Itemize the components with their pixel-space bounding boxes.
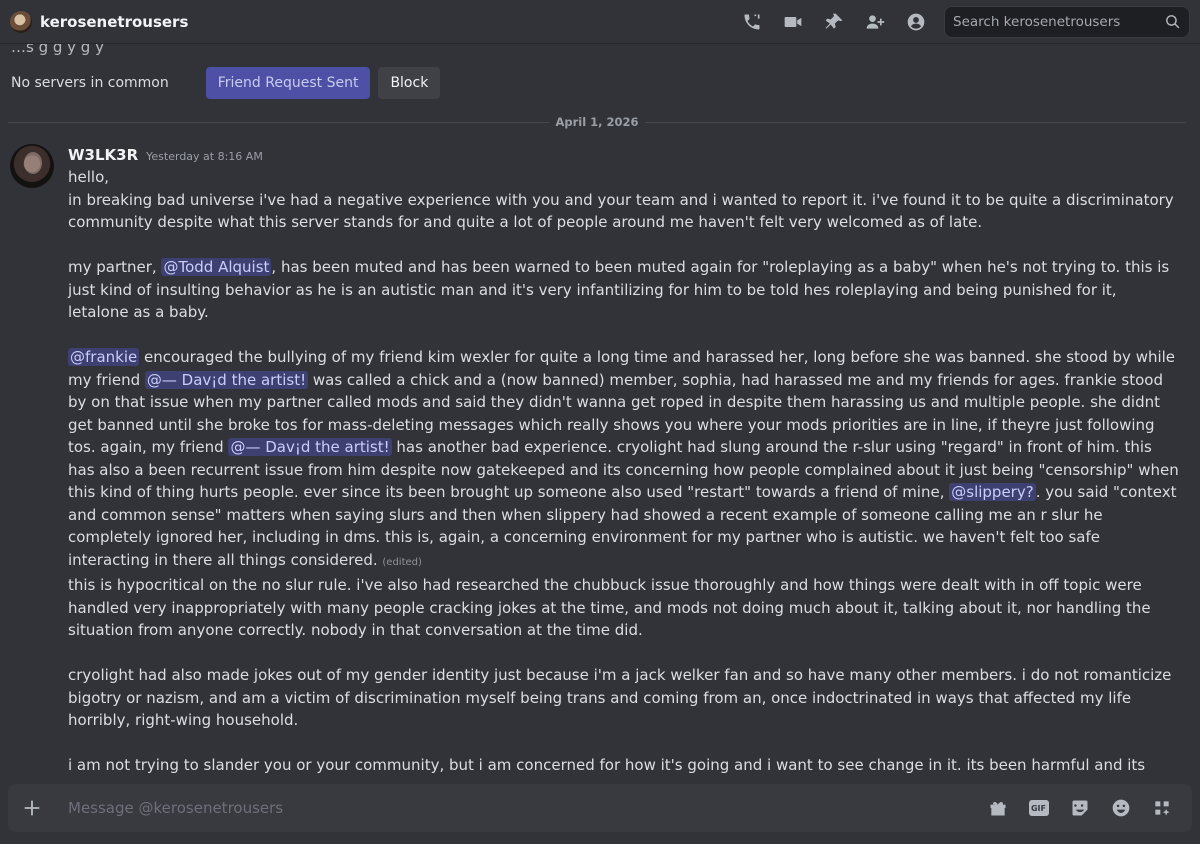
phone-icon[interactable] (731, 7, 772, 37)
gift-icon[interactable] (977, 793, 1018, 823)
user-mention[interactable]: @slippery? (949, 483, 1036, 501)
author-name[interactable]: W3LK3R (68, 146, 138, 164)
profile-actions: No servers in common Friend Request Sent… (11, 67, 441, 99)
user-mention[interactable]: @— Dav¡d the artist! (144, 370, 309, 389)
apps-icon[interactable] (1141, 793, 1182, 823)
sticker-icon[interactable] (1059, 793, 1100, 823)
text-run: my partner, (68, 258, 162, 276)
header-avatar[interactable] (10, 10, 32, 33)
message-paragraph: this is hypocritical on the no slur rule… (68, 576, 1156, 639)
add-friend-icon[interactable] (854, 7, 895, 37)
message-header: W3LK3R Yesterday at 8:16 AM (68, 146, 263, 164)
emoji-icon[interactable] (1100, 793, 1141, 823)
search-bar[interactable] (944, 5, 1190, 38)
profile-icon[interactable] (895, 7, 936, 37)
author-avatar[interactable] (10, 144, 54, 188)
message-paragraph: cryolight had also made jokes out of my … (68, 666, 1177, 729)
message-input[interactable] (68, 799, 977, 817)
message-paragraph: my partner, @Todd Alquist, has been mute… (68, 256, 1180, 324)
video-icon[interactable] (772, 7, 813, 37)
channel-header: kerosenetrousers (0, 0, 1200, 44)
divider-line (8, 121, 550, 123)
message-paragraph: @frankie encouraged the bullying of my f… (68, 346, 1180, 574)
edited-label: (edited) (382, 556, 422, 568)
user-mention[interactable]: @Todd Alquist (161, 258, 272, 276)
divider-date: April 1, 2026 (555, 115, 639, 129)
message-composer: GIF (8, 784, 1192, 832)
search-icon[interactable] (1164, 13, 1181, 30)
pin-icon[interactable] (813, 7, 854, 37)
plus-icon[interactable] (18, 794, 46, 822)
message-paragraph: hello, in breaking bad universe i've had… (68, 168, 1174, 231)
search-input[interactable] (953, 13, 1164, 30)
mutual-servers-text: No servers in common (11, 75, 169, 91)
message-content: hello, in breaking bad universe i've had… (68, 166, 1180, 844)
divider-line (644, 121, 1187, 123)
date-divider: April 1, 2026 (8, 114, 1187, 130)
gif-icon[interactable]: GIF (1018, 793, 1059, 823)
header-toolbar (731, 7, 936, 37)
channel-title[interactable]: kerosenetrousers (40, 13, 731, 31)
block-button[interactable]: Block (378, 67, 441, 99)
message-timestamp[interactable]: Yesterday at 8:16 AM (146, 150, 263, 163)
user-mention[interactable]: @— Dav¡d the artist! (228, 438, 392, 456)
user-mention[interactable]: @frankie (68, 348, 140, 366)
friend-request-sent-button[interactable]: Friend Request Sent (205, 67, 371, 99)
composer-area: GIF (0, 778, 1200, 844)
gif-label: GIF (1028, 800, 1049, 816)
